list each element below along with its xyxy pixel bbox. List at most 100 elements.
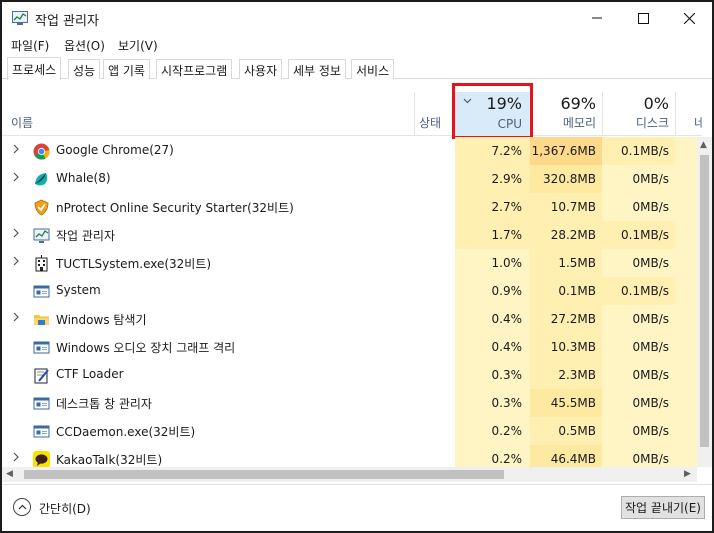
process-disk: 0.1MB/s [602,221,675,249]
process-cpu: 0.9% [455,277,530,305]
menu-view[interactable]: 보기(V) [118,37,158,54]
process-name: 데스크톱 창 관리자 [56,397,152,411]
close-button[interactable] [666,2,712,34]
process-row[interactable]: CTF Loader 0.3% 2.3MB 0MB/s [2,361,697,389]
process-cpu: 2.9% [455,165,530,193]
process-name: 작업 관리자 [56,229,116,243]
process-name: Whale(8) [56,171,111,185]
process-network [675,305,697,333]
process-name: Google Chrome(27) [56,143,174,157]
process-row[interactable]: TUCTLSystem.exe(32비트) 1.0% 1.5MB 0MB/s [2,249,697,277]
process-disk: 0MB/s [602,445,675,467]
maximize-icon [637,12,649,24]
column-disk[interactable]: 0% 디스크 [603,92,675,136]
building-icon [33,255,50,272]
process-disk: 0MB/s [602,417,675,445]
column-disk-label: 디스크 [635,116,669,130]
minimize-button[interactable] [574,2,620,34]
window-app-icon [33,423,50,440]
process-memory: 28.2MB [530,221,602,249]
ctf-icon [33,367,50,384]
chevron-right-icon[interactable] [12,256,24,268]
window-app-icon [33,395,50,412]
process-row[interactable]: 데스크톱 창 관리자 0.3% 45.5MB 0MB/s [2,389,697,417]
column-network[interactable]: 네트 [676,92,702,136]
vertical-scrollbar[interactable]: ▲ [697,137,712,467]
process-memory: 1.5MB [530,249,602,277]
end-task-button[interactable]: 작업 끝내기(E) [621,496,705,519]
process-cpu: 0.4% [455,305,530,333]
scroll-right-arrow-icon[interactable]: ▶ [684,470,691,479]
process-disk: 0MB/s [602,249,675,277]
chevron-right-icon[interactable] [12,312,24,324]
process-network [675,445,697,467]
process-row[interactable]: 작업 관리자 1.7% 28.2MB 0.1MB/s [2,221,697,249]
process-disk: 0MB/s [602,193,675,221]
process-name: KakaoTalk(32비트) [56,453,163,467]
column-name[interactable]: 이름 [2,92,414,136]
tab-details[interactable]: 세부 정보 [288,59,346,79]
process-memory: 10.7MB [530,193,602,221]
tab-startup[interactable]: 시작프로그램 [156,59,233,79]
process-name: CTF Loader [56,367,124,381]
process-network [675,277,697,305]
vertical-scroll-thumb[interactable] [700,155,709,447]
tab-processes[interactable]: 프로세스 [7,57,62,80]
process-memory: 2.3MB [530,361,602,389]
process-disk: 0MB/s [602,333,675,361]
process-disk: 0.1MB/s [602,137,675,165]
process-cpu: 0.2% [455,417,530,445]
column-status[interactable]: 상태 [415,92,455,136]
window-app-icon [33,339,50,356]
horizontal-scroll-thumb[interactable] [24,470,504,479]
process-disk: 0MB/s [602,361,675,389]
horizontal-scrollbar[interactable]: ◀ ▶ [2,467,697,482]
process-row[interactable]: KakaoTalk(32비트) 0.2% 46.4MB 0MB/s [2,445,697,467]
process-cpu: 2.7% [455,193,530,221]
tab-users[interactable]: 사용자 [239,59,283,79]
process-name: Windows 오디오 장치 그래프 격리 [56,341,236,355]
process-memory: 0.5MB [530,417,602,445]
chevron-right-icon[interactable] [12,452,24,464]
tab-services[interactable]: 서비스 [351,59,395,79]
fewer-details-link[interactable]: 간단히(D) [39,500,91,517]
process-disk: 0MB/s [602,305,675,333]
footer-bar: 간단히(D) 작업 끝내기(E) [2,485,712,531]
column-status-label: 상태 [419,116,442,130]
process-disk: 0MB/s [602,165,675,193]
process-row[interactable]: Windows 오디오 장치 그래프 격리 0.4% 10.3MB 0MB/s [2,333,697,361]
scroll-up-arrow-icon[interactable]: ▲ [700,141,707,150]
column-memory[interactable]: 69% 메모리 [531,92,602,136]
process-row[interactable]: System 0.9% 0.1MB 0.1MB/s [2,277,697,305]
title-bar[interactable]: 작업 관리자 [2,2,712,35]
process-network [675,165,697,193]
chrome-icon [33,143,50,160]
maximize-button[interactable] [620,2,666,34]
tab-app-history[interactable]: 앱 기록 [103,59,150,79]
tab-performance[interactable]: 성능 [68,59,101,79]
process-row[interactable]: Windows 탐색기 0.4% 27.2MB 0MB/s [2,305,697,333]
chevron-right-icon[interactable] [12,172,24,184]
task-manager-icon [33,227,50,244]
chevron-up-icon[interactable] [13,498,31,516]
process-network [675,333,697,361]
process-row[interactable]: Google Chrome(27) 7.2% 1,367.6MB 0.1MB/s [2,137,697,165]
scroll-left-arrow-icon[interactable]: ◀ [6,470,13,479]
process-row[interactable]: Whale(8) 2.9% 320.8MB 0MB/s [2,165,697,193]
kakaotalk-icon [33,451,50,467]
process-network [675,221,697,249]
process-row[interactable]: nProtect Online Security Starter(32비트) 2.… [2,193,697,221]
menu-options[interactable]: 옵션(O) [64,37,105,54]
shield-icon [33,199,50,216]
chevron-right-icon[interactable] [12,228,24,240]
process-cpu: 0.4% [455,333,530,361]
process-memory: 10.3MB [530,333,602,361]
column-network-label: 네트 [694,116,702,130]
process-row[interactable]: CCDaemon.exe(32비트) 0.2% 0.5MB 0MB/s [2,417,697,445]
process-memory: 45.5MB [530,389,602,417]
menu-file[interactable]: 파일(F) [11,37,49,54]
column-name-label: 이름 [11,116,34,130]
chevron-right-icon[interactable] [12,144,24,156]
cpu-highlight-annotation [452,83,533,139]
window-app-icon [33,283,50,300]
